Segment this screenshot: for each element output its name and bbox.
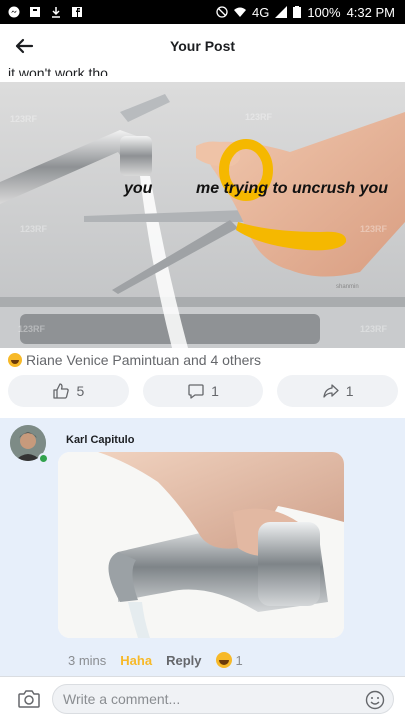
post-actions: 5 1 1 <box>8 375 399 407</box>
comment-time: 3 mins <box>68 652 107 668</box>
back-arrow-icon[interactable] <box>12 34 36 58</box>
messenger-icon <box>8 6 20 18</box>
network-type: 4G <box>251 4 270 20</box>
image-credit: shanmin <box>336 284 359 290</box>
comment-meta: 3 mins Haha Reply 1 <box>68 652 243 668</box>
watermark: 123RF <box>18 324 46 334</box>
watermark: 123RF <box>245 112 273 122</box>
meme-label-left: you <box>124 180 153 197</box>
battery-percent: 100% <box>307 4 341 20</box>
haha-reaction-icon <box>215 652 232 668</box>
page-title: Your Post <box>169 37 236 54</box>
comment-reaction-count[interactable]: 1 <box>215 652 243 668</box>
emoji-icon[interactable] <box>365 690 385 710</box>
status-bar: 4G 100% 4:32 PM <box>0 0 405 24</box>
reactions-text: Riane Venice Pamintuan and 4 others <box>26 352 262 368</box>
comment-author[interactable]: Karl Capitulo <box>66 434 134 446</box>
camera-icon[interactable] <box>18 689 40 709</box>
share-button[interactable]: 1 <box>277 375 399 407</box>
online-status-dot <box>38 453 49 464</box>
comment-count: 1 <box>211 383 219 399</box>
facebook-icon <box>72 7 82 17</box>
notification-icon <box>30 7 40 17</box>
thumbs-up-icon <box>53 383 70 399</box>
signal-icon <box>275 6 288 18</box>
download-icon <box>52 7 60 18</box>
comment-button[interactable]: 1 <box>142 375 264 407</box>
clock: 4:32 PM <box>346 4 395 20</box>
reactions-summary[interactable]: Riane Venice Pamintuan and 4 others <box>8 352 261 368</box>
watermark: 123RF <box>20 224 48 234</box>
watermark: 123RF <box>360 224 388 234</box>
share-arrow-icon <box>323 384 339 398</box>
meme-illustration: shanmin 123RF 123RF 123RF 123RF 123RF 12… <box>0 82 405 348</box>
post-image[interactable]: shanmin 123RF 123RF 123RF 123RF 123RF 12… <box>0 82 405 348</box>
header-overlap <box>0 62 405 68</box>
haha-reaction-icon <box>8 353 22 367</box>
comment-image[interactable] <box>58 452 344 638</box>
comment-input[interactable] <box>52 684 394 714</box>
battery-icon <box>293 6 302 18</box>
watermark: 123RF <box>10 114 38 124</box>
reply-button[interactable]: Reply <box>166 653 201 668</box>
comment-composer <box>0 676 405 720</box>
watermark: 123RF <box>360 324 388 334</box>
share-count: 1 <box>345 383 354 399</box>
reaction-count: 1 <box>235 652 243 668</box>
wifi-icon <box>233 7 246 17</box>
faucet-photo <box>58 452 344 638</box>
like-count: 5 <box>76 383 85 399</box>
meme-label-right: me trying to uncrush you <box>196 180 389 197</box>
do-not-disturb-icon <box>216 6 228 18</box>
like-button[interactable]: 5 <box>8 375 129 407</box>
haha-reaction-button[interactable]: Haha <box>120 653 152 668</box>
comment-bubble-icon <box>188 384 204 399</box>
